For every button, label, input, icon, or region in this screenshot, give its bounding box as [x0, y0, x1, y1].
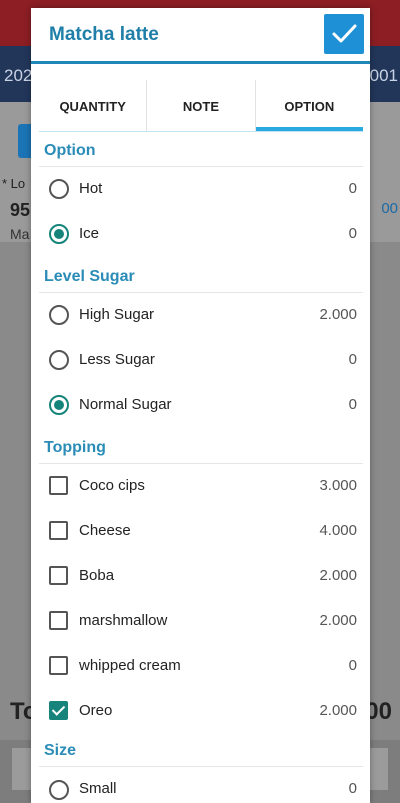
sugar-name: Less Sugar: [79, 351, 155, 368]
option-price: 0: [348, 180, 357, 197]
tab-option[interactable]: OPTION: [255, 80, 364, 132]
option-item-hot[interactable]: Hot 0: [39, 166, 363, 211]
checkbox[interactable]: [49, 521, 68, 540]
radio-button[interactable]: [49, 349, 69, 370]
topping-name: whipped cream: [79, 657, 181, 674]
sugar-price: 2.000: [319, 306, 357, 323]
radio-button[interactable]: [49, 178, 69, 199]
background-bar-right-text: 001: [369, 66, 398, 85]
topping-price: 4.000: [319, 522, 357, 539]
topping-price: 2.000: [319, 702, 357, 719]
topping-price: 3.000: [319, 477, 357, 494]
checkbox[interactable]: [49, 701, 68, 720]
topping-name: Cheese: [79, 522, 131, 539]
option-name: Ice: [79, 225, 100, 242]
checkbox[interactable]: [49, 656, 68, 675]
checkbox[interactable]: [49, 566, 68, 585]
header-divider: [31, 61, 370, 64]
topping-price: 0: [348, 657, 357, 674]
option-item-ice[interactable]: Ice 0: [39, 211, 363, 256]
size-price: 0: [348, 780, 357, 797]
radio-button[interactable]: [49, 223, 69, 244]
background-item-note: * Lo: [2, 176, 26, 191]
topping-item-coco-cips[interactable]: Coco cips 3.000: [39, 463, 363, 508]
confirm-button[interactable]: [324, 14, 364, 54]
background-item-name: Ma: [10, 226, 30, 242]
tab-bar: QUANTITY NOTE OPTION: [39, 80, 364, 132]
section-title-topping: Topping: [44, 439, 106, 456]
section-title-option: Option: [44, 142, 96, 159]
topping-item-marshmallow[interactable]: marshmallow 2.000: [39, 598, 363, 643]
option-name: Hot: [79, 180, 103, 197]
section-title-size: Size: [44, 742, 77, 759]
topping-item-whipped-cream[interactable]: whipped cream 0: [39, 643, 363, 688]
topping-price: 2.000: [319, 612, 357, 629]
sugar-item-normal[interactable]: Normal Sugar 0: [39, 382, 363, 427]
topping-item-oreo[interactable]: Oreo 2.000: [39, 688, 363, 733]
background-bar-left-text: 202: [4, 66, 33, 85]
sugar-name: High Sugar: [79, 306, 155, 323]
topping-name: Oreo: [79, 702, 113, 719]
background-item-price: 95: [10, 200, 31, 220]
topping-price: 2.000: [319, 567, 357, 584]
item-options-dialog: Matcha latte QUANTITY NOTE OPTION Option…: [31, 8, 370, 803]
topping-name: Coco cips: [79, 477, 145, 494]
sugar-item-less[interactable]: Less Sugar 0: [39, 337, 363, 382]
tab-note[interactable]: NOTE: [147, 80, 256, 132]
sugar-item-high[interactable]: High Sugar 2.000: [39, 292, 363, 337]
dialog-header: Matcha latte: [31, 8, 370, 64]
topping-item-cheese[interactable]: Cheese 4.000: [39, 508, 363, 553]
tab-bar-underline: [39, 131, 363, 132]
topping-name: marshmallow: [79, 612, 168, 629]
section-title-level-sugar: Level Sugar: [44, 268, 135, 285]
dialog-title: Matcha latte: [49, 24, 159, 45]
tab-quantity[interactable]: QUANTITY: [39, 80, 148, 132]
radio-button[interactable]: [49, 304, 69, 325]
sugar-price: 0: [348, 351, 357, 368]
radio-button[interactable]: [49, 394, 69, 415]
option-price: 0: [348, 225, 357, 242]
sugar-name: Normal Sugar: [79, 396, 172, 413]
checkbox[interactable]: [49, 611, 68, 630]
sugar-price: 0: [348, 396, 357, 413]
topping-item-boba[interactable]: Boba 2.000: [39, 553, 363, 598]
topping-name: Boba: [79, 567, 115, 584]
size-item-small[interactable]: Small 0: [39, 768, 363, 803]
radio-button[interactable]: [49, 780, 69, 800]
size-name: Small: [79, 780, 117, 797]
checkmark-icon: [332, 24, 357, 43]
section-divider: [39, 766, 363, 767]
background-item-right-value: 00: [381, 200, 398, 217]
checkbox[interactable]: [49, 476, 68, 495]
